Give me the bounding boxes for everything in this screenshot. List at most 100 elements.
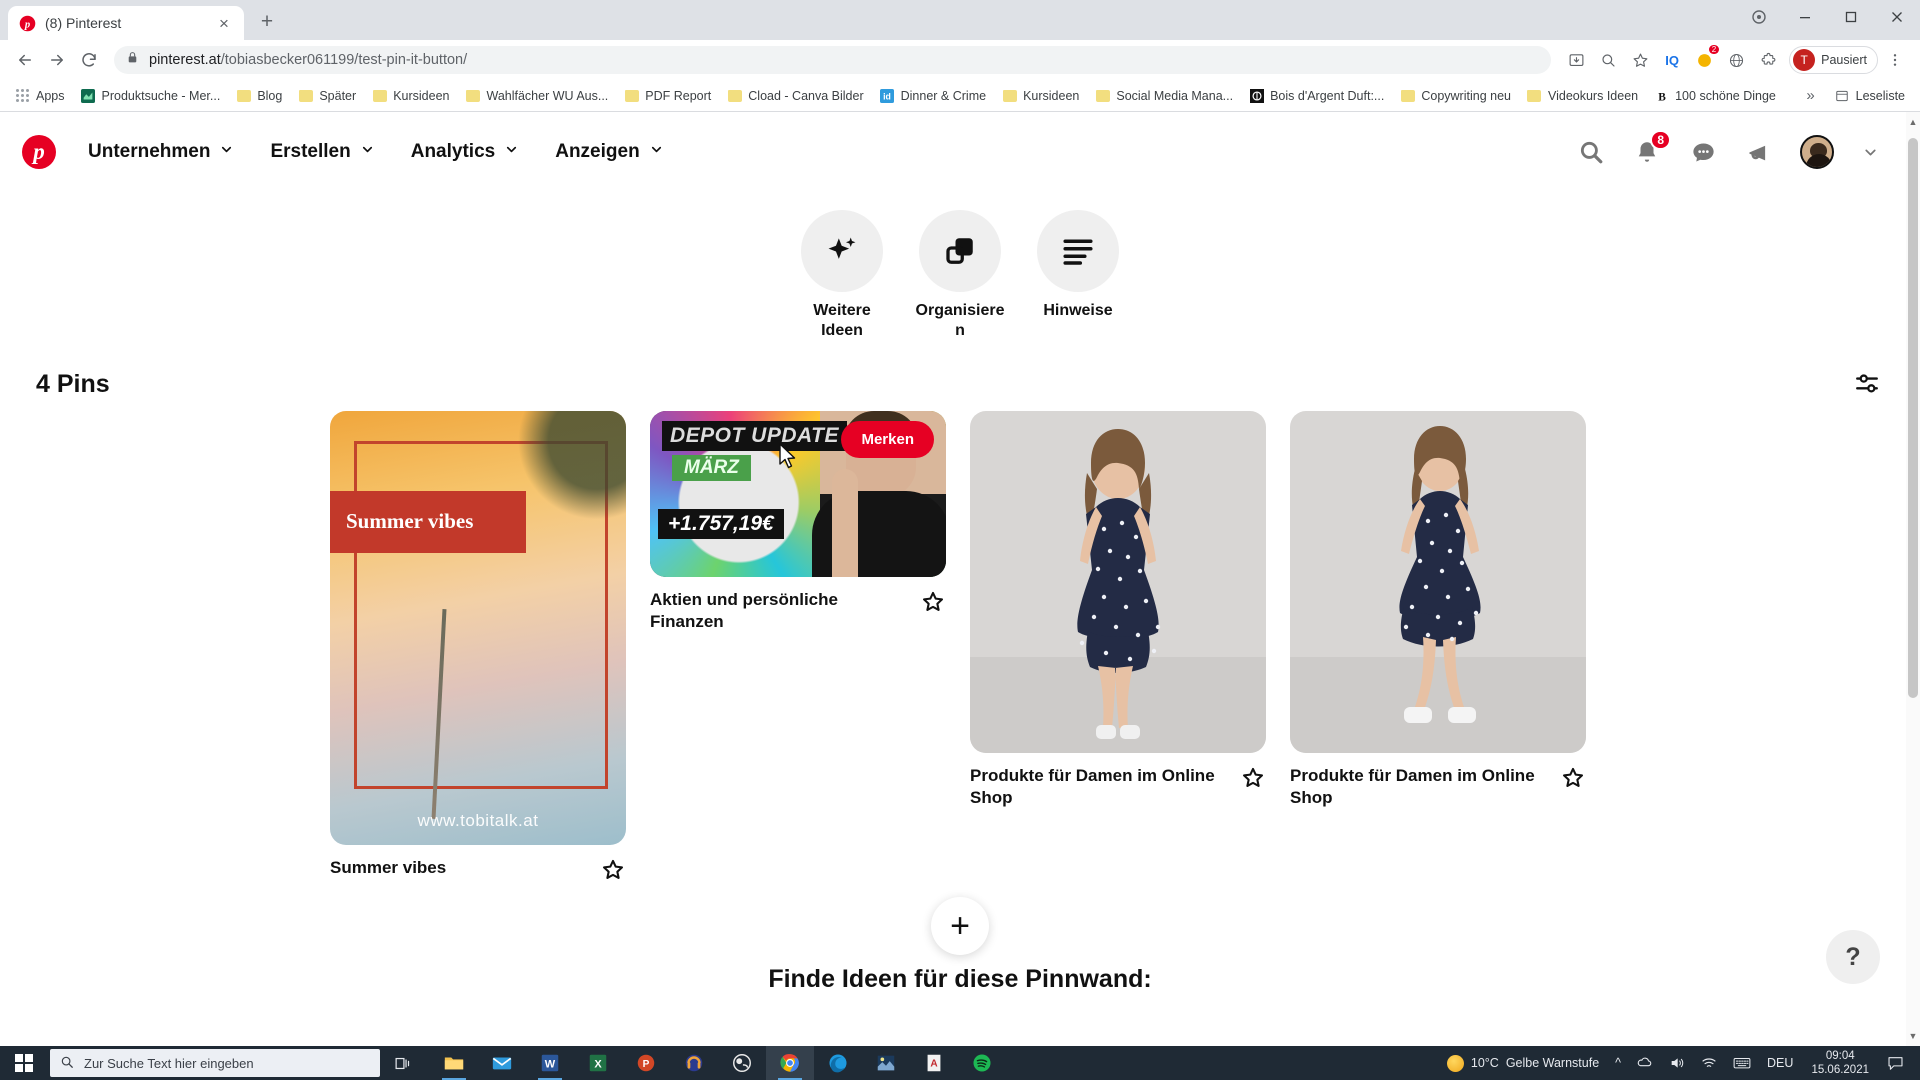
nav-label: Anzeigen	[555, 141, 640, 162]
windows-start-icon[interactable]	[0, 1046, 48, 1080]
photos-icon[interactable]	[862, 1046, 910, 1080]
star-outline-icon[interactable]	[1560, 765, 1586, 791]
action-hinweise[interactable]: Hinweise	[1029, 210, 1127, 341]
notification-icon[interactable]	[1879, 1056, 1912, 1071]
search-input[interactable]: Zur Suche Text hier eingeben	[50, 1049, 380, 1077]
bookmark-item[interactable]: Wahlfächer WU Aus...	[458, 85, 615, 106]
settings-dot-icon[interactable]	[1736, 0, 1782, 34]
svg-text:W: W	[545, 1059, 556, 1071]
reading-list-button[interactable]: Leseliste	[1828, 85, 1912, 106]
bookmark-item[interactable]: Social Media Mana...	[1088, 85, 1240, 106]
wifi-icon[interactable]	[1693, 1055, 1725, 1071]
bookmark-item[interactable]: Bois d'Argent Duft:...	[1242, 85, 1391, 106]
bookmark-item[interactable]: PDF Report	[617, 85, 718, 106]
address-bar[interactable]: pinterest.at/tobiasbecker061199/test-pin…	[114, 46, 1552, 74]
star-outline-icon[interactable]	[920, 589, 946, 615]
bookmark-item[interactable]: Cload - Canva Bilder	[720, 85, 870, 106]
bookmark-item[interactable]: B 100 schöne Dinge	[1647, 85, 1783, 106]
bookmark-apps[interactable]: Apps	[8, 85, 72, 106]
message-bubble-icon[interactable]	[1688, 137, 1718, 167]
bookmark-item[interactable]: Später	[291, 85, 363, 106]
browser-tab[interactable]: p (8) Pinterest ×	[8, 6, 244, 40]
reload-button[interactable]	[74, 45, 104, 75]
keyboard-icon[interactable]	[1725, 1055, 1759, 1071]
action-organisieren[interactable]: Organisieren	[911, 210, 1009, 341]
language-indicator[interactable]: DEU	[1759, 1056, 1801, 1070]
pin-card[interactable]: Produkte für Damen im Online Shop	[1290, 411, 1586, 810]
search-icon[interactable]	[1576, 137, 1606, 167]
bookmark-item[interactable]: id Dinner & Crime	[873, 85, 993, 106]
help-button[interactable]: ?	[1826, 930, 1880, 984]
pin-card[interactable]: Summer vibes www.tobitalk.at Summer vibe…	[330, 411, 626, 883]
file-explorer-icon[interactable]	[430, 1046, 478, 1080]
megaphone-icon[interactable]	[1744, 137, 1774, 167]
bookmark-item[interactable]: Copywriting neu	[1393, 85, 1518, 106]
pin-image[interactable]: Summer vibes www.tobitalk.at	[330, 411, 626, 845]
scrollbar-thumb[interactable]	[1908, 138, 1918, 698]
star-outline-icon[interactable]	[600, 857, 626, 883]
bookmark-item[interactable]: Kursideen	[995, 85, 1086, 106]
chrome-icon[interactable]	[766, 1046, 814, 1080]
pinterest-logo-icon[interactable]: p	[22, 135, 56, 169]
excel-icon[interactable]: X	[574, 1046, 622, 1080]
avatar[interactable]	[1800, 135, 1834, 169]
close-icon[interactable]: ×	[214, 13, 234, 33]
bookmark-item[interactable]: Blog	[229, 85, 289, 106]
nav-item-unternehmen[interactable]: Unternehmen	[70, 131, 252, 173]
mail-icon[interactable]	[478, 1046, 526, 1080]
onedrive-icon[interactable]	[1629, 1055, 1661, 1071]
edge-icon[interactable]	[814, 1046, 862, 1080]
taskbar-apps: W X P A	[430, 1046, 1006, 1080]
extensions-icon[interactable]	[1753, 45, 1783, 75]
profile-chip[interactable]: T Pausiert	[1789, 46, 1878, 74]
tray-overflow-chevron[interactable]: ^	[1607, 1056, 1629, 1070]
close-window-button[interactable]	[1874, 0, 1920, 34]
bookmark-item[interactable]: Produktsuche - Mer...	[74, 85, 228, 106]
new-tab-button[interactable]: +	[250, 5, 284, 39]
bookmark-item[interactable]: Kursideen	[365, 85, 456, 106]
powerpoint-icon[interactable]: P	[622, 1046, 670, 1080]
weather-widget[interactable]: 10°C Gelbe Warnstufe	[1439, 1054, 1607, 1072]
nav-item-erstellen[interactable]: Erstellen	[252, 131, 392, 173]
maximize-button[interactable]	[1828, 0, 1874, 34]
volume-icon[interactable]	[1661, 1055, 1693, 1071]
taskbar-clock[interactable]: 09:04 15.06.2021	[1801, 1049, 1879, 1078]
scroll-down-arrow[interactable]: ▼	[1906, 1028, 1920, 1044]
chevron-down-icon[interactable]	[1860, 137, 1880, 167]
filter-sliders-icon[interactable]	[1850, 367, 1884, 401]
bookmarks-overflow-button[interactable]: »	[1799, 84, 1821, 107]
forward-button[interactable]	[42, 45, 72, 75]
pin-card[interactable]: Produkte für Damen im Online Shop	[970, 411, 1266, 810]
spotify-icon[interactable]	[958, 1046, 1006, 1080]
action-weitere-ideen[interactable]: Weitere Ideen	[793, 210, 891, 341]
bookmark-item[interactable]: Videokurs Ideen	[1520, 85, 1645, 106]
back-button[interactable]	[10, 45, 40, 75]
globe-icon[interactable]	[1721, 45, 1751, 75]
pin-image[interactable]	[970, 411, 1266, 753]
scroll-up-arrow[interactable]: ▲	[1906, 114, 1920, 130]
nav-item-anzeigen[interactable]: Anzeigen	[537, 131, 681, 173]
extension-badge-icon[interactable]: 2	[1689, 45, 1720, 75]
nav-item-analytics[interactable]: Analytics	[393, 131, 537, 173]
word-icon[interactable]: W	[526, 1046, 574, 1080]
star-icon[interactable]	[1625, 45, 1655, 75]
three-dots-icon[interactable]	[1880, 45, 1910, 75]
minimize-button[interactable]	[1782, 0, 1828, 34]
obs-icon[interactable]	[718, 1046, 766, 1080]
pin-card[interactable]: DEPOT UPDATE MÄRZ +1.757,19€ Merken Akti…	[650, 411, 946, 634]
task-view-icon[interactable]	[380, 1046, 424, 1080]
extension-iq-icon[interactable]: IQ	[1657, 45, 1687, 75]
bell-icon[interactable]: 8	[1632, 130, 1671, 167]
acrobat-icon[interactable]: A	[910, 1046, 958, 1080]
page-scrollbar[interactable]: ▲ ▼	[1906, 112, 1920, 1046]
pin-image[interactable]: DEPOT UPDATE MÄRZ +1.757,19€ Merken	[650, 411, 946, 577]
pin-image[interactable]	[1290, 411, 1586, 753]
add-pin-button[interactable]: +	[931, 897, 989, 955]
star-outline-icon[interactable]	[1240, 765, 1266, 791]
install-app-icon[interactable]	[1561, 45, 1591, 75]
zoom-search-icon[interactable]	[1593, 45, 1623, 75]
audacity-icon[interactable]	[670, 1046, 718, 1080]
bookmark-label: Videokurs Ideen	[1547, 88, 1639, 103]
save-button[interactable]: Merken	[841, 421, 934, 458]
bookmark-label: 100 schöne Dinge	[1675, 88, 1776, 103]
